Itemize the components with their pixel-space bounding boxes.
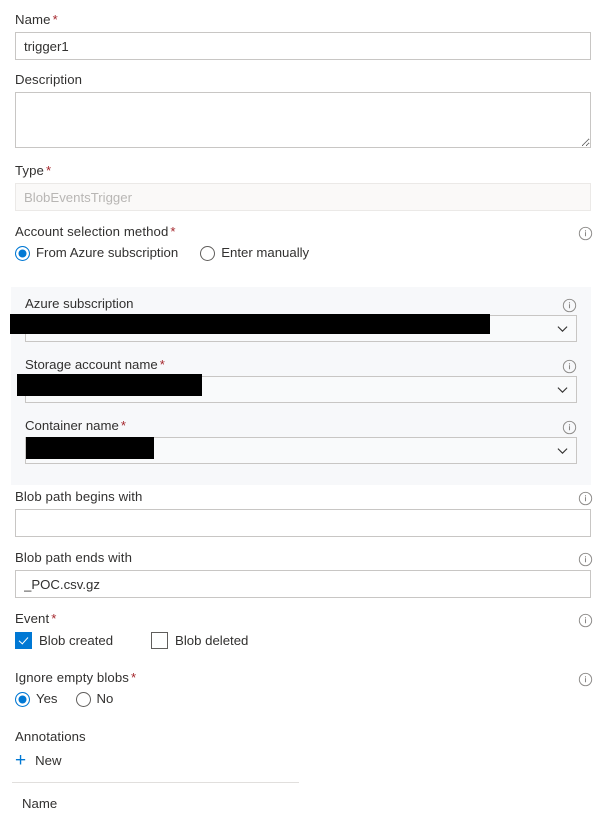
type-field-block: Type *: [0, 163, 606, 211]
ignore-empty-blobs-info-icon[interactable]: [578, 672, 593, 687]
account-selection-radio-group: From Azure subscription Enter manually: [15, 245, 591, 261]
name-required-asterisk: *: [52, 12, 58, 27]
event-checkbox-group: Blob created Blob deleted: [15, 632, 591, 649]
checkbox-blob-created-label: Blob created: [39, 633, 114, 648]
storage-account-name-label: Storage account name *: [25, 357, 577, 372]
radio-ignore-empty-blobs-yes-label: Yes: [36, 691, 58, 706]
container-name-required-asterisk: *: [120, 418, 126, 433]
ignore-empty-blobs-label: Ignore empty blobs *: [15, 670, 591, 686]
radio-enter-manually-mark: [200, 245, 216, 261]
annotations-label: Annotations: [15, 729, 86, 744]
blob-path-begins-with-input[interactable]: [15, 509, 591, 537]
checkbox-blob-created[interactable]: Blob created: [15, 632, 113, 649]
ignore-empty-blobs-block: Ignore empty blobs * Yes No: [0, 670, 606, 707]
radio-from-azure-subscription[interactable]: From Azure subscription: [15, 245, 178, 261]
azure-subscription-redaction: [10, 314, 490, 334]
account-selection-label: Account selection method *: [15, 224, 591, 240]
event-block: Event * Blob created Blob deleted: [0, 611, 606, 649]
azure-subscription-info-icon[interactable]: [562, 298, 577, 313]
radio-ignore-empty-blobs-yes[interactable]: Yes: [15, 691, 58, 707]
event-info-icon[interactable]: [578, 613, 593, 628]
account-selection-info-icon[interactable]: [578, 226, 593, 241]
container-name-label: Container name *: [25, 418, 577, 433]
account-selection-required-asterisk: *: [170, 224, 176, 239]
storage-account-name-label-text: Storage account name: [25, 357, 158, 372]
annotations-new-label: New: [35, 753, 62, 768]
ignore-empty-blobs-label-text: Ignore empty blobs: [15, 670, 129, 685]
container-name-info-icon[interactable]: [562, 420, 577, 435]
radio-ignore-empty-blobs-no[interactable]: No: [75, 691, 114, 707]
ignore-empty-blobs-radio-group: Yes No: [15, 691, 591, 707]
checkbox-blob-created-mark: [15, 632, 32, 649]
trigger-form: Name* Description Type* Account selectio…: [0, 0, 606, 833]
chevron-down-icon: [557, 386, 568, 393]
radio-from-azure-subscription-mark: [15, 245, 30, 261]
blob-path-ends-with-info-icon[interactable]: [578, 552, 593, 567]
type-label: Type *: [15, 163, 591, 179]
storage-account-name-info-icon[interactable]: [562, 359, 577, 374]
chevron-down-icon: [557, 325, 568, 332]
checkbox-blob-deleted-label: Blob deleted: [175, 633, 249, 648]
annotations-new-button[interactable]: + New: [15, 751, 62, 770]
plus-icon: +: [15, 750, 27, 771]
chevron-down-icon: [557, 447, 568, 454]
blob-path-ends-with-label: Blob path ends with: [15, 550, 133, 565]
account-selection-label-text: Account selection method: [15, 224, 169, 239]
account-selection-block: Account selection method * From Azure sub…: [0, 224, 606, 261]
event-required-asterisk: *: [51, 611, 57, 626]
annotations-name-column-header: Name: [22, 796, 58, 811]
type-input: [15, 183, 591, 211]
checkbox-blob-deleted-mark: [151, 632, 169, 649]
type-label-text: Type: [15, 163, 44, 178]
annotations-block: Annotations + New: [0, 729, 606, 770]
name-input[interactable]: [15, 32, 591, 60]
annotations-divider: [12, 782, 299, 783]
storage-account-name-required-asterisk: *: [159, 357, 165, 372]
azure-subscription-label: Azure subscription: [25, 296, 134, 311]
description-label: Description: [15, 72, 83, 87]
ignore-empty-blobs-required-asterisk: *: [130, 670, 137, 685]
blob-path-begins-with-label: Blob path begins with: [15, 489, 143, 504]
radio-ignore-empty-blobs-no-mark: [75, 691, 91, 707]
blob-path-begins-with-info-icon[interactable]: [578, 491, 593, 506]
event-label-text: Event: [15, 611, 50, 626]
container-name-redaction: [26, 437, 154, 459]
name-label: Name *: [15, 12, 591, 28]
radio-from-azure-subscription-label: From Azure subscription: [36, 245, 179, 260]
description-field-block: Description: [0, 72, 606, 148]
radio-ignore-empty-blobs-no-label: No: [96, 691, 114, 706]
blob-path-ends-with-block: Blob path ends with: [0, 550, 606, 598]
blob-path-ends-with-input[interactable]: [15, 570, 591, 598]
type-required-asterisk: *: [46, 163, 52, 178]
container-name-label-text: Container name: [25, 418, 119, 433]
radio-enter-manually[interactable]: Enter manually: [200, 245, 309, 261]
description-textarea[interactable]: [15, 92, 591, 148]
storage-account-name-redaction: [17, 374, 202, 396]
radio-enter-manually-label: Enter manually: [221, 245, 310, 260]
checkbox-blob-deleted[interactable]: Blob deleted: [151, 632, 248, 649]
blob-path-begins-with-block: Blob path begins with: [0, 489, 606, 537]
name-label-text: Name: [15, 12, 51, 27]
name-field-block: Name *: [0, 12, 606, 60]
radio-ignore-empty-blobs-yes-mark: [15, 691, 30, 707]
event-label: Event *: [15, 611, 591, 627]
